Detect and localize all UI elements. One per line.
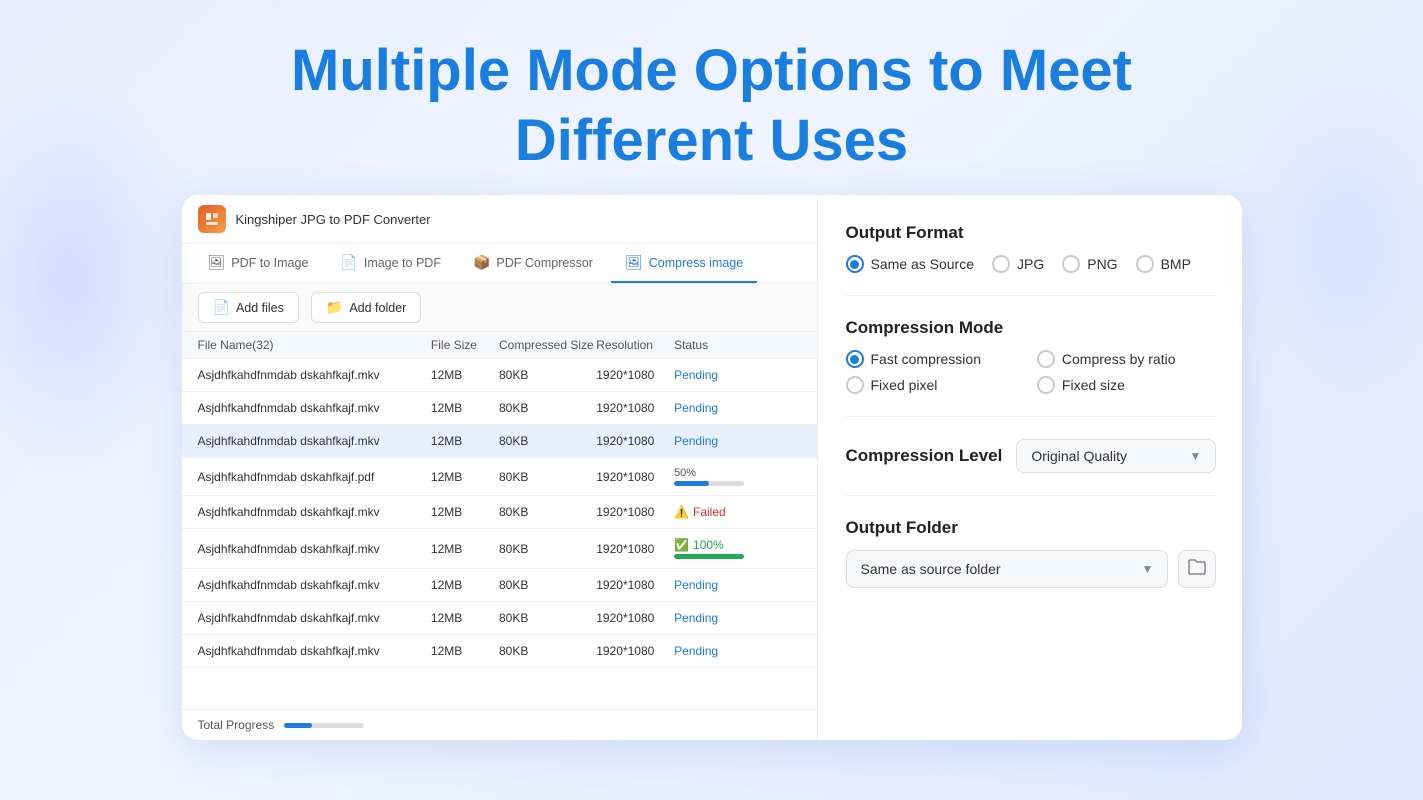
- table-row[interactable]: Asjdhfkahdfnmdab dskahfkajf.mkv 12MB 80K…: [182, 529, 817, 569]
- folder-browse-icon: [1187, 558, 1207, 581]
- table-row[interactable]: Asjdhfkahdfnmdab dskahfkajf.mkv 12MB 80K…: [182, 359, 817, 392]
- divider-3: [846, 495, 1217, 496]
- tab-pdf-to-image[interactable]: 🖼 PDF to Image: [194, 244, 323, 283]
- table-row[interactable]: Asjdhfkahdfnmdab dskahfkajf.mkv 12MB 80K…: [182, 569, 817, 602]
- radio-bmp[interactable]: [1136, 255, 1154, 273]
- success-icon: ✅: [674, 538, 689, 552]
- output-folder-row: Same as source folder ▼: [846, 550, 1217, 588]
- app-title: Kingshiper JPG to PDF Converter: [236, 212, 431, 227]
- headline-section: Multiple Mode Options to Meet Different …: [0, 0, 1423, 195]
- radio-compress-by-ratio[interactable]: [1037, 350, 1055, 368]
- compression-mode-title: Compression Mode: [846, 318, 1217, 338]
- settings-panel: Output Format Same as Source JPG PNG BMP: [817, 195, 1242, 740]
- progress-bar: [674, 554, 744, 559]
- table-row[interactable]: Asjdhfkahdfnmdab dskahfkajf.pdf 12MB 80K…: [182, 458, 817, 496]
- table-row[interactable]: Asjdhfkahdfnmdab dskahfkajf.mkv 12MB 80K…: [182, 392, 817, 425]
- progress-container: ✅ 100%: [674, 538, 762, 559]
- progress-bar: [674, 481, 744, 486]
- output-format-section: Output Format Same as Source JPG PNG BMP: [846, 223, 1217, 273]
- radio-same-as-source[interactable]: [846, 255, 864, 273]
- output-folder-title: Output Folder: [846, 518, 1217, 538]
- format-png[interactable]: PNG: [1062, 255, 1117, 273]
- mode-compress-by-ratio[interactable]: Compress by ratio: [1037, 350, 1216, 368]
- status-badge: Pending: [674, 578, 762, 592]
- total-progress-bar: Total Progress: [182, 709, 817, 740]
- title-bar: Kingshiper JPG to PDF Converter: [182, 195, 817, 244]
- toolbar: 📄 Add files 📁 Add folder: [182, 284, 817, 332]
- image-to-pdf-icon: 📄: [340, 254, 357, 271]
- status-badge: Pending: [674, 434, 762, 448]
- mode-fast-compression[interactable]: Fast compression: [846, 350, 1025, 368]
- table-row[interactable]: Asjdhfkahdfnmdab dskahfkajf.mkv 12MB 80K…: [182, 496, 817, 529]
- mode-fixed-pixel[interactable]: Fixed pixel: [846, 376, 1025, 394]
- app-window: Kingshiper JPG to PDF Converter 🖼 PDF to…: [182, 195, 817, 740]
- compression-level-title: Compression Level: [846, 446, 1003, 466]
- output-folder-section: Output Folder Same as source folder ▼: [846, 518, 1217, 588]
- mode-fixed-size[interactable]: Fixed size: [1037, 376, 1216, 394]
- format-same-as-source[interactable]: Same as Source: [846, 255, 975, 273]
- compress-image-icon: 🖼: [625, 254, 643, 271]
- progress-container: 50%: [674, 467, 762, 486]
- radio-png[interactable]: [1062, 255, 1080, 273]
- status-badge: ⚠️ Failed: [674, 505, 762, 519]
- compression-level-section: Compression Level Original Quality ▼: [846, 439, 1217, 473]
- table-row[interactable]: Asjdhfkahdfnmdab dskahfkajf.mkv 12MB 80K…: [182, 425, 817, 458]
- radio-fixed-pixel[interactable]: [846, 376, 864, 394]
- tab-pdf-compressor[interactable]: 📦 PDF Compressor: [459, 244, 607, 283]
- add-files-icon: 📄: [213, 299, 230, 316]
- compression-mode-section: Compression Mode Fast compression Compre…: [846, 318, 1217, 394]
- browse-folder-button[interactable]: [1178, 550, 1216, 588]
- total-progress-track: [284, 723, 364, 728]
- tab-image-to-pdf[interactable]: 📄 Image to PDF: [326, 244, 455, 283]
- file-table: File Name(32) File Size Compressed Size …: [182, 332, 817, 709]
- total-progress-fill: [284, 723, 312, 728]
- radio-fixed-size[interactable]: [1037, 376, 1055, 394]
- nav-tabs: 🖼 PDF to Image 📄 Image to PDF 📦 PDF Comp…: [182, 244, 817, 284]
- status-badge: Pending: [674, 644, 762, 658]
- radio-fast-compression[interactable]: [846, 350, 864, 368]
- add-folder-icon: 📁: [326, 299, 343, 316]
- status-badge: Pending: [674, 611, 762, 625]
- table-header: File Name(32) File Size Compressed Size …: [182, 332, 817, 359]
- divider-2: [846, 416, 1217, 417]
- add-folder-button[interactable]: 📁 Add folder: [311, 292, 421, 323]
- format-jpg[interactable]: JPG: [992, 255, 1044, 273]
- format-bmp[interactable]: BMP: [1136, 255, 1191, 273]
- status-badge: Pending: [674, 368, 762, 382]
- radio-jpg[interactable]: [992, 255, 1010, 273]
- ui-container: Kingshiper JPG to PDF Converter 🖼 PDF to…: [182, 195, 1242, 740]
- pdf-to-image-icon: 🖼: [208, 254, 226, 271]
- dropdown-arrow-icon: ▼: [1189, 449, 1201, 463]
- status-badge: Pending: [674, 401, 762, 415]
- output-format-options: Same as Source JPG PNG BMP: [846, 255, 1217, 273]
- table-row[interactable]: Asjdhfkahdfnmdab dskahfkajf.mkv 12MB 80K…: [182, 602, 817, 635]
- pdf-compressor-icon: 📦: [473, 254, 490, 271]
- output-folder-dropdown[interactable]: Same as source folder ▼: [846, 550, 1169, 588]
- headline-text: Multiple Mode Options to Meet Different …: [0, 36, 1423, 175]
- add-files-button[interactable]: 📄 Add files: [198, 292, 299, 323]
- folder-dropdown-arrow-icon: ▼: [1141, 562, 1153, 576]
- compression-mode-options: Fast compression Compress by ratio Fixed…: [846, 350, 1217, 394]
- divider-1: [846, 295, 1217, 296]
- tab-compress-image[interactable]: 🖼 Compress image: [611, 244, 757, 283]
- failed-icon: ⚠️: [674, 505, 689, 519]
- app-icon: [198, 205, 226, 233]
- compression-level-dropdown[interactable]: Original Quality ▼: [1016, 439, 1216, 473]
- table-row[interactable]: Asjdhfkahdfnmdab dskahfkajf.mkv 12MB 80K…: [182, 635, 817, 668]
- output-format-title: Output Format: [846, 223, 1217, 243]
